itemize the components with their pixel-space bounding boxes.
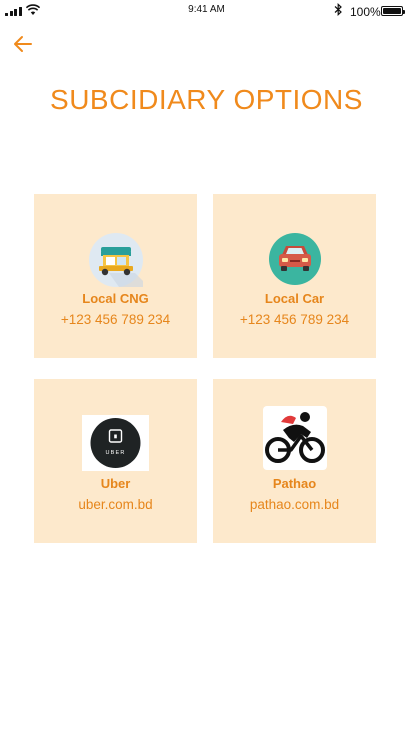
status-bar: 9:41 AM 100%	[0, 0, 413, 22]
option-card-local-car[interactable]: Local Car +123 456 789 234	[213, 194, 376, 358]
pathao-logo	[262, 406, 327, 470]
uber-logo: UBER	[82, 415, 149, 471]
cng-rickshaw-icon	[88, 233, 143, 287]
uber-logo-text: UBER	[105, 450, 125, 456]
arrow-left-icon	[14, 36, 32, 52]
option-phone[interactable]: +123 456 789 234	[213, 312, 376, 327]
bluetooth-icon	[334, 3, 342, 16]
back-button[interactable]	[11, 33, 35, 55]
option-card-pathao[interactable]: Pathao pathao.com.bd	[213, 379, 376, 543]
battery-icon	[381, 6, 405, 16]
option-website[interactable]: uber.com.bd	[34, 497, 197, 512]
option-phone[interactable]: +123 456 789 234	[34, 312, 197, 327]
option-card-local-cng[interactable]: Local CNG +123 456 789 234	[34, 194, 197, 358]
page-title: SUBCIDIARY OPTIONS	[50, 84, 363, 115]
option-name: Local CNG	[82, 291, 149, 306]
option-name: Pathao	[272, 476, 317, 491]
option-name: Local Car	[264, 291, 325, 306]
battery-percent: 100%	[350, 5, 381, 19]
car-icon	[268, 233, 321, 285]
option-card-uber[interactable]: UBER Uber uber.com.bd	[34, 379, 197, 543]
option-website[interactable]: pathao.com.bd	[213, 497, 376, 512]
option-name: Uber	[100, 476, 131, 491]
